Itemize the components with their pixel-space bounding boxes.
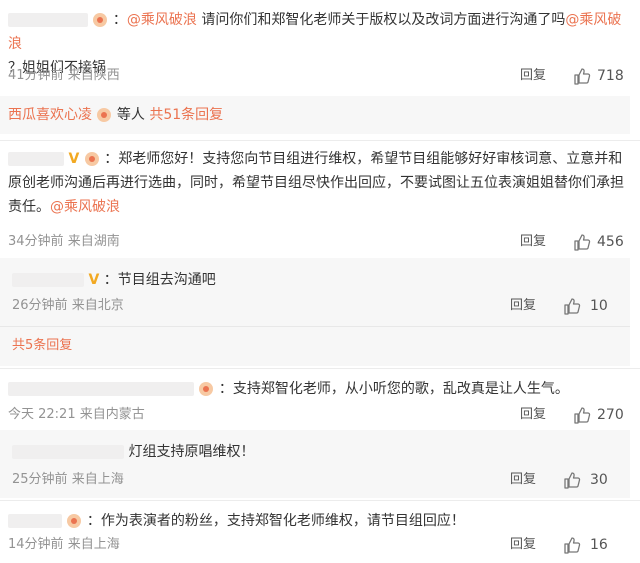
location: 来自内蒙古 — [79, 407, 145, 422]
vip-badge: V — [88, 272, 100, 288]
location: 来自陕西 — [67, 68, 120, 83]
vip-badge: V — [68, 151, 80, 167]
timestamp: 14分钟前 — [8, 537, 64, 552]
badge-icon — [97, 108, 112, 122]
location: 来自北京 — [71, 298, 124, 313]
badge-icon — [199, 382, 214, 396]
mention-link[interactable]: @乘风破浪 — [127, 12, 197, 28]
reply-button[interactable]: 回复 — [520, 405, 546, 425]
like-count: 30 — [590, 472, 608, 488]
thumbs-up-icon[interactable] — [562, 470, 582, 490]
comment-meta: 14分钟前 来自上海 — [8, 535, 120, 555]
blurred-username — [8, 514, 62, 528]
timestamp: 41分钟前 — [8, 68, 64, 83]
comment-body: 请问你们和郑智化老师关于版权以及改词方面进行沟通了吗 — [201, 12, 566, 28]
comment-text: V ：郑老师您好！支持您向节目组进行维权，希望节目组能够好好审核词意、立意并和原… — [8, 151, 624, 215]
reply-summary[interactable]: 西瓜喜欢心凌 等人 共51条回复 — [0, 96, 630, 134]
reply-button[interactable]: 回复 — [510, 535, 536, 555]
comment-meta: 今天 22:21 来自内蒙古 — [8, 405, 145, 425]
reply-button[interactable]: 回复 — [520, 66, 546, 86]
badge-icon — [93, 13, 108, 27]
blurred-username — [8, 382, 194, 396]
comment-feed: ：@乘风破浪 请问你们和郑智化老师关于版权以及改词方面进行沟通了吗@乘风破浪 ？… — [0, 0, 640, 563]
timestamp: 26分钟前 — [12, 298, 68, 313]
sub-reply-meta: 26分钟前 来自北京 — [12, 296, 124, 316]
reply-button[interactable]: 回复 — [520, 232, 546, 252]
blurred-username — [8, 13, 88, 27]
location: 来自上海 — [67, 537, 120, 552]
divider — [0, 326, 630, 327]
comment-text: ：作为表演者的粉丝，支持郑智化老师维权，请节目组回应！ — [8, 509, 632, 533]
comment-body: 支持郑智化老师，从小听您的歌，乱改真是让人生气。 — [232, 381, 569, 397]
sub-reply-block: V ：节目组去沟通吧 26分钟前 来自北京 回复 10 共5条回复 — [0, 258, 630, 366]
blurred-username — [12, 273, 84, 287]
sub-reply-body: 灯组支持原唱维权！ — [128, 444, 255, 460]
timestamp: 今天 22:21 — [8, 407, 76, 422]
comment-item: V ：郑老师您好！支持您向节目组进行维权，希望节目组能够好好审核词意、立意并和原… — [0, 141, 640, 258]
comment-meta: 34分钟前 来自湖南 — [8, 232, 120, 252]
reply-summary-name[interactable]: 西瓜喜欢心凌 — [8, 107, 92, 123]
comment-text: ：支持郑智化老师，从小听您的歌，乱改真是让人生气。 — [8, 377, 632, 401]
thumbs-up-icon[interactable] — [572, 66, 592, 86]
sub-reply-body: 节目组去沟通吧 — [117, 272, 216, 288]
sub-reply-meta: 25分钟前 来自上海 — [12, 470, 124, 490]
badge-icon — [84, 152, 99, 166]
thumbs-up-icon[interactable] — [562, 296, 582, 316]
thumbs-up-icon[interactable] — [562, 535, 582, 555]
like-count: 456 — [597, 234, 624, 250]
location: 来自上海 — [71, 472, 124, 487]
timestamp: 25分钟前 — [12, 472, 68, 487]
comment-item: ：作为表演者的粉丝，支持郑智化老师维权，请节目组回应！ 14分钟前 来自上海 回… — [0, 501, 640, 563]
thumbs-up-icon[interactable] — [572, 232, 592, 252]
location: 来自湖南 — [67, 234, 120, 249]
sub-reply-block: 灯组支持原唱维权！ 25分钟前 来自上海 回复 30 — [0, 430, 630, 498]
comment-meta: 41分钟前 来自陕西 — [8, 66, 120, 86]
reply-button[interactable]: 回复 — [510, 470, 536, 490]
reply-count-link[interactable]: 共51条回复 — [149, 107, 223, 123]
thumbs-up-icon[interactable] — [572, 405, 592, 425]
comment-item: ：@乘风破浪 请问你们和郑智化老师关于版权以及改词方面进行沟通了吗@乘风破浪 ？… — [0, 0, 640, 96]
sub-reply-text: V ：节目组去沟通吧 — [12, 270, 216, 290]
mention-link[interactable]: @乘风破浪 — [50, 199, 120, 215]
reply-summary-suffix: 等人 — [116, 107, 145, 123]
timestamp: 34分钟前 — [8, 234, 64, 249]
like-count: 270 — [597, 407, 624, 423]
like-count: 718 — [597, 68, 624, 84]
reply-button[interactable]: 回复 — [510, 296, 536, 316]
comment-body: 作为表演者的粉丝，支持郑智化老师维权，请节目组回应！ — [100, 513, 465, 529]
like-count: 10 — [590, 298, 608, 314]
more-replies-link[interactable]: 共5条回复 — [12, 336, 72, 356]
blurred-username — [8, 152, 64, 166]
badge-icon — [67, 514, 82, 528]
blurred-username — [12, 445, 124, 459]
sub-reply-text: 灯组支持原唱维权！ — [12, 442, 254, 462]
comment-item: ：支持郑智化老师，从小听您的歌，乱改真是让人生气。 今天 22:21 来自内蒙古… — [0, 369, 640, 427]
like-count: 16 — [590, 537, 608, 553]
